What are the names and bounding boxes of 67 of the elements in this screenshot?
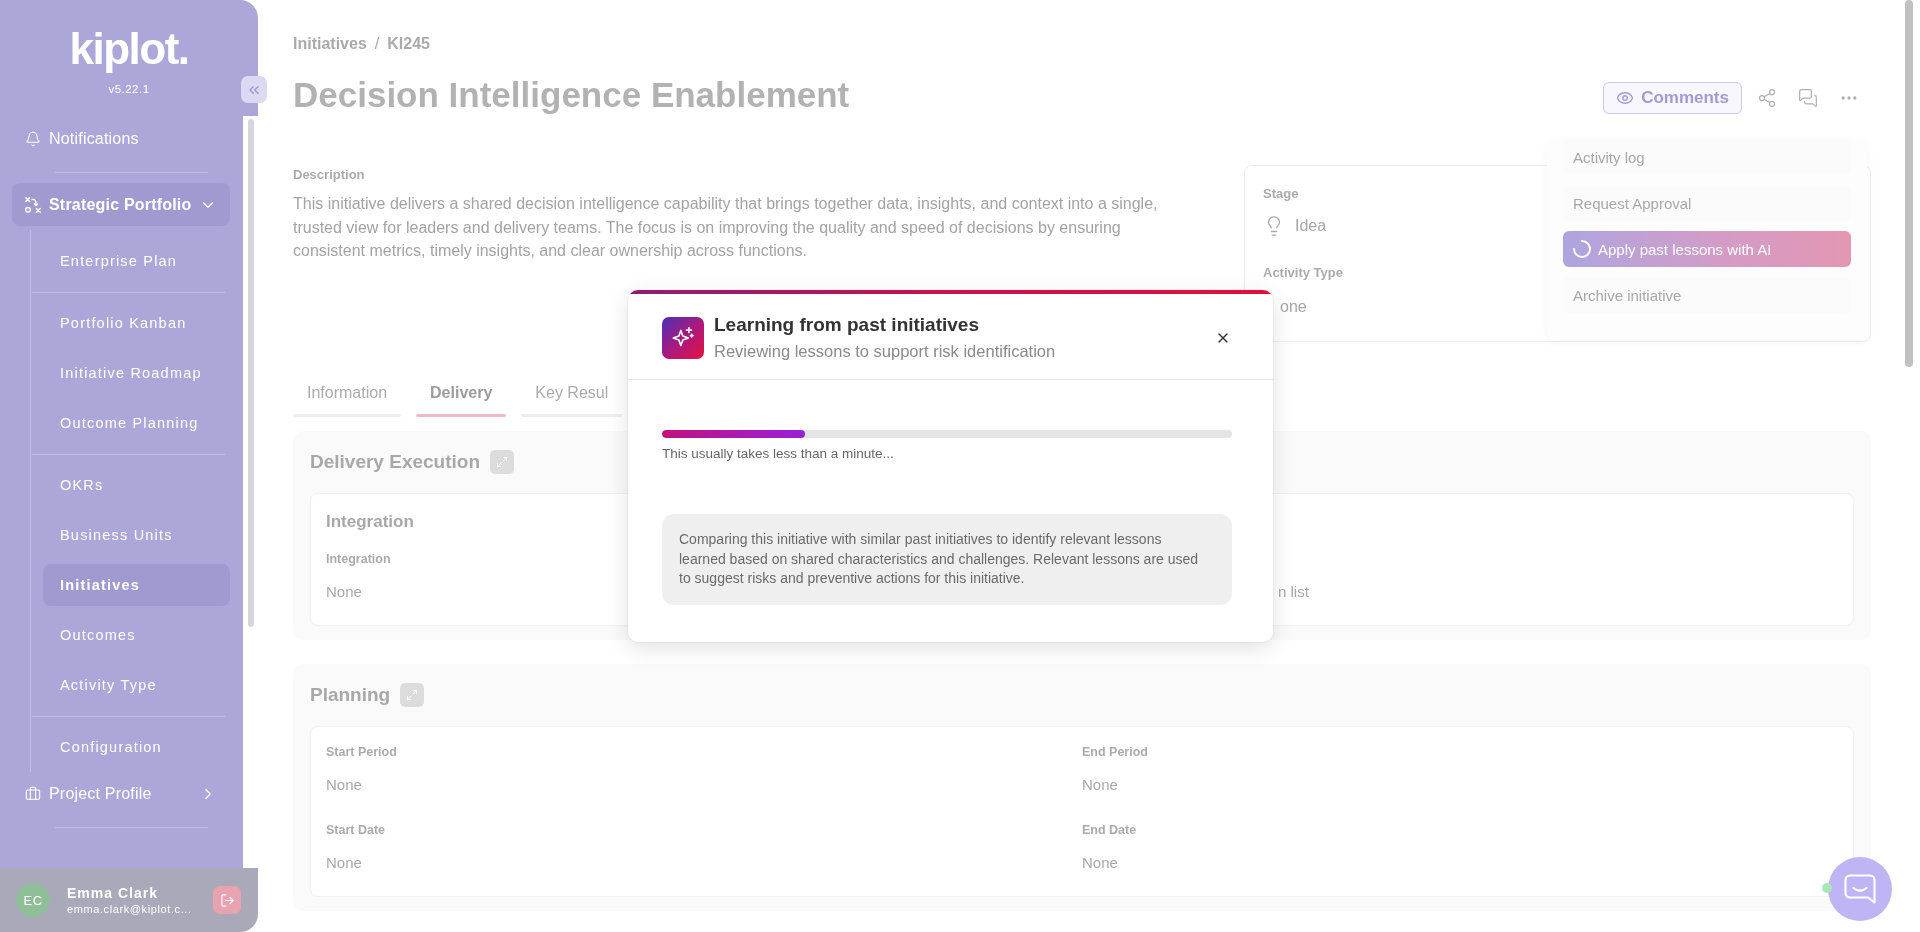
field-label: Integration bbox=[326, 551, 391, 567]
sidebar-subitem[interactable]: Portfolio Kanban bbox=[43, 302, 231, 344]
eye-icon bbox=[1616, 89, 1635, 107]
version-label: v5.22.1 bbox=[108, 82, 150, 96]
sidebar-item[interactable]: Project Profile bbox=[12, 772, 231, 816]
field-label: Activity Type bbox=[1263, 264, 1343, 282]
dialog-subtitle: Reviewing lessons to support risk identification bbox=[714, 341, 1056, 362]
field-value: n list bbox=[1278, 582, 1309, 602]
speech-bubbles-icon[interactable] bbox=[1798, 88, 1818, 108]
briefcase-icon bbox=[25, 786, 41, 802]
card-title: Integration bbox=[326, 511, 414, 533]
sidebar-subitem[interactable]: Enterprise Plan bbox=[43, 240, 231, 282]
chat-bubble-icon bbox=[1844, 874, 1876, 904]
user-email: emma.clark@kiplot.c... bbox=[67, 901, 193, 916]
logout-icon bbox=[219, 892, 235, 908]
sidebar-item[interactable]: Notifications bbox=[12, 117, 231, 161]
sidebar-subitem[interactable]: Initiatives bbox=[43, 564, 231, 606]
field-label: End Date bbox=[1082, 822, 1137, 838]
progress-caption: This usually takes less than a minute... bbox=[662, 446, 894, 462]
scrollbar-thumb[interactable] bbox=[1905, 0, 1913, 367]
page-title: Decision Intelligence Enablement bbox=[293, 74, 850, 116]
info-message: Comparing this initiative with similar past initiatives to identify relevant lessons learned based on shared characteristics and challenges. Relevant lessons are used to suggest risks and preventive actions for this initiative. bbox=[662, 514, 1232, 605]
tab[interactable]: Delivery bbox=[416, 383, 507, 417]
field-label: Stage bbox=[1263, 185, 1299, 203]
breadcrumb-link[interactable]: KI245 bbox=[387, 34, 430, 54]
sidebar-subitem[interactable]: Outcomes bbox=[43, 614, 231, 656]
sidebar-subitem[interactable]: OKRs bbox=[43, 464, 231, 506]
sidebar-subitem[interactable]: Configuration bbox=[43, 726, 231, 768]
section-title: Delivery Execution bbox=[310, 450, 481, 474]
tab[interactable]: Key Resul bbox=[521, 383, 623, 417]
field-label: Description bbox=[293, 166, 365, 183]
sidebar-subitem[interactable]: Initiative Roadmap bbox=[43, 352, 231, 394]
field-label: Start Date bbox=[326, 822, 386, 838]
share-icon[interactable] bbox=[1757, 88, 1777, 108]
field-label: Start Period bbox=[326, 744, 397, 760]
field-value: Idea bbox=[1295, 217, 1327, 235]
field-value: None bbox=[326, 582, 362, 602]
comments-button[interactable]: Comments bbox=[1603, 82, 1742, 114]
dialog-title: Learning from past initiatives bbox=[714, 313, 979, 337]
field-value: None bbox=[326, 775, 362, 795]
breadcrumb-link[interactable]: Initiatives bbox=[293, 34, 367, 54]
expand-icon[interactable] bbox=[490, 450, 515, 474]
field-value: None bbox=[1082, 775, 1118, 795]
logo: kiplot. bbox=[69, 24, 189, 74]
sparkle-icon bbox=[662, 317, 704, 359]
user-avatar: EC bbox=[16, 883, 50, 917]
sidebar-subitem[interactable]: Outcome Planning bbox=[43, 402, 231, 444]
bell-icon bbox=[25, 131, 41, 147]
sidebar-item[interactable]: Strategic Portfolio bbox=[12, 183, 231, 226]
sidebar-subitem[interactable]: Activity Type bbox=[43, 664, 231, 706]
sidebar-subitem[interactable]: Business Units bbox=[43, 514, 231, 556]
menu-item[interactable]: Apply past lessons with AI bbox=[1563, 231, 1851, 267]
collapse-button[interactable] bbox=[241, 76, 267, 103]
field-label: End Period bbox=[1082, 744, 1148, 760]
user-name: Emma Clark bbox=[67, 884, 159, 902]
logout-button[interactable] bbox=[213, 886, 241, 914]
scrollbar-thumb[interactable] bbox=[248, 119, 255, 627]
expand-icon[interactable] bbox=[400, 683, 425, 707]
status-dot bbox=[1822, 883, 1832, 893]
tab[interactable]: Information bbox=[293, 383, 402, 417]
description-text: This initiative delivers a shared decision intelligence capability that brings together data, insights, and context into a single, trusted view for leaders and delivery teams. The focus is on improving the quality and speed of decisions by ensuring consistent metrics, timely insights, and clear ownership across functions. bbox=[293, 194, 1159, 261]
field-value: None bbox=[1082, 853, 1118, 873]
field-value: one bbox=[1280, 297, 1307, 317]
field-value: None bbox=[326, 853, 362, 873]
breadcrumb-separator: / bbox=[374, 34, 380, 54]
section-title: Planning bbox=[310, 683, 391, 707]
crosses-and-circle-icon bbox=[25, 196, 41, 213]
